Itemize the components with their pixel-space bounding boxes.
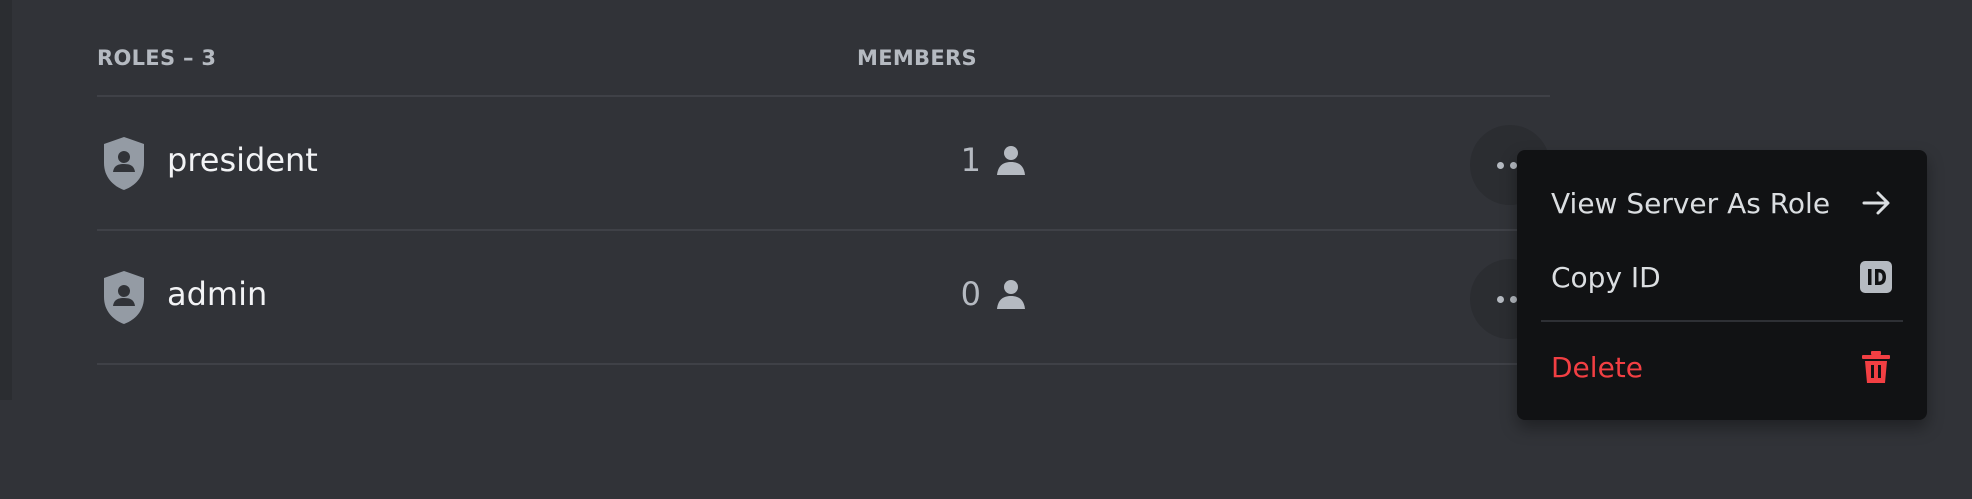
trash-icon	[1862, 351, 1890, 383]
roles-table-header: ROLES – 3 MEMBERS	[97, 0, 1550, 97]
role-name: president	[167, 141, 318, 179]
role-row-admin[interactable]: admin 0	[97, 231, 1550, 365]
left-sidebar-edge	[0, 0, 12, 400]
more-dot-icon	[1497, 162, 1504, 169]
menu-item-delete[interactable]: Delete	[1529, 334, 1915, 400]
menu-item-copy-id[interactable]: Copy ID	[1529, 244, 1915, 310]
arrow-right-icon	[1862, 191, 1890, 215]
more-dot-icon	[1510, 296, 1517, 303]
members-column-header: MEMBERS	[857, 46, 977, 70]
more-dot-icon	[1497, 296, 1504, 303]
role-row-president[interactable]: president 1	[97, 97, 1550, 231]
more-dot-icon	[1510, 162, 1517, 169]
menu-separator	[1541, 320, 1903, 322]
role-row-partial[interactable]	[97, 365, 1550, 499]
id-badge-icon	[1860, 261, 1892, 293]
role-shield-icon	[104, 137, 144, 190]
member-count-value: 0	[960, 275, 981, 313]
menu-item-label: Delete	[1551, 351, 1643, 384]
member-count: 0	[867, 275, 1027, 313]
role-context-menu: View Server As Role Copy ID Delete	[1517, 150, 1927, 420]
member-count: 1	[867, 141, 1027, 179]
member-count-value: 1	[960, 141, 981, 179]
roles-table: ROLES – 3 MEMBERS president 1 admin 0	[97, 0, 1550, 400]
person-icon	[997, 280, 1025, 309]
role-shield-icon	[104, 271, 144, 324]
person-icon	[997, 146, 1025, 175]
menu-item-view-server-as-role[interactable]: View Server As Role	[1529, 170, 1915, 236]
roles-count-header: ROLES – 3	[97, 46, 217, 70]
role-name: admin	[167, 275, 268, 313]
menu-item-label: View Server As Role	[1551, 187, 1831, 220]
menu-item-label: Copy ID	[1551, 261, 1661, 294]
